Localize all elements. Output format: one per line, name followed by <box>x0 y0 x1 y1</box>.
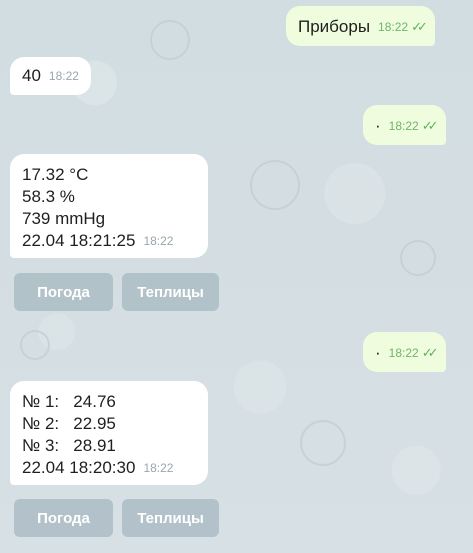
background-doodle <box>250 160 300 210</box>
message-time: 18:22 <box>378 20 409 34</box>
pressure-line: 739 mmHg <box>22 209 106 228</box>
message-text: · <box>375 116 381 135</box>
background-doodle <box>400 240 436 276</box>
outgoing-message[interactable]: · 18:22 ✓✓ <box>363 105 446 145</box>
double-check-icon: ✓✓ <box>411 19 428 34</box>
timestamp-line: 22.04 18:20:30 <box>22 458 136 477</box>
timestamp-line: 22.04 18:21:25 <box>22 231 136 250</box>
outgoing-message[interactable]: · 18:22 ✓✓ <box>363 332 446 372</box>
greenhouse-1-line: № 1: 24.76 <box>22 392 116 411</box>
message-time: 18:22 <box>143 234 174 248</box>
incoming-message[interactable]: 17.32 °C 58.3 % 739 mmHg 22.04 18:21:25 … <box>10 154 208 258</box>
message-text: Приборы <box>298 17 371 36</box>
greenhouses-button[interactable]: Теплицы <box>122 273 219 311</box>
message-text: · <box>375 343 381 362</box>
message-time: 18:22 <box>48 69 79 83</box>
weather-button[interactable]: Погода <box>14 499 113 537</box>
greenhouse-2-line: № 2: 22.95 <box>22 414 116 433</box>
double-check-icon: ✓✓ <box>421 118 439 133</box>
background-doodle <box>20 330 50 360</box>
double-check-icon: ✓✓ <box>421 345 439 360</box>
weather-button[interactable]: Погода <box>14 273 113 311</box>
background-doodle <box>150 20 190 60</box>
message-time: 18:22 <box>388 119 419 133</box>
message-time: 18:22 <box>143 461 174 475</box>
greenhouses-button[interactable]: Теплицы <box>122 499 219 537</box>
humidity-line: 58.3 % <box>22 187 75 206</box>
incoming-message[interactable]: 40 18:22 <box>10 57 91 95</box>
temperature-line: 17.32 °C <box>22 165 89 184</box>
greenhouse-3-line: № 3: 28.91 <box>22 436 116 455</box>
message-text: 40 <box>22 66 41 85</box>
background-doodle <box>300 420 346 466</box>
outgoing-message[interactable]: Приборы 18:22 ✓✓ <box>286 6 435 46</box>
incoming-message[interactable]: № 1: 24.76 № 2: 22.95 № 3: 28.91 22.04 1… <box>10 381 208 485</box>
message-time: 18:22 <box>388 346 419 360</box>
